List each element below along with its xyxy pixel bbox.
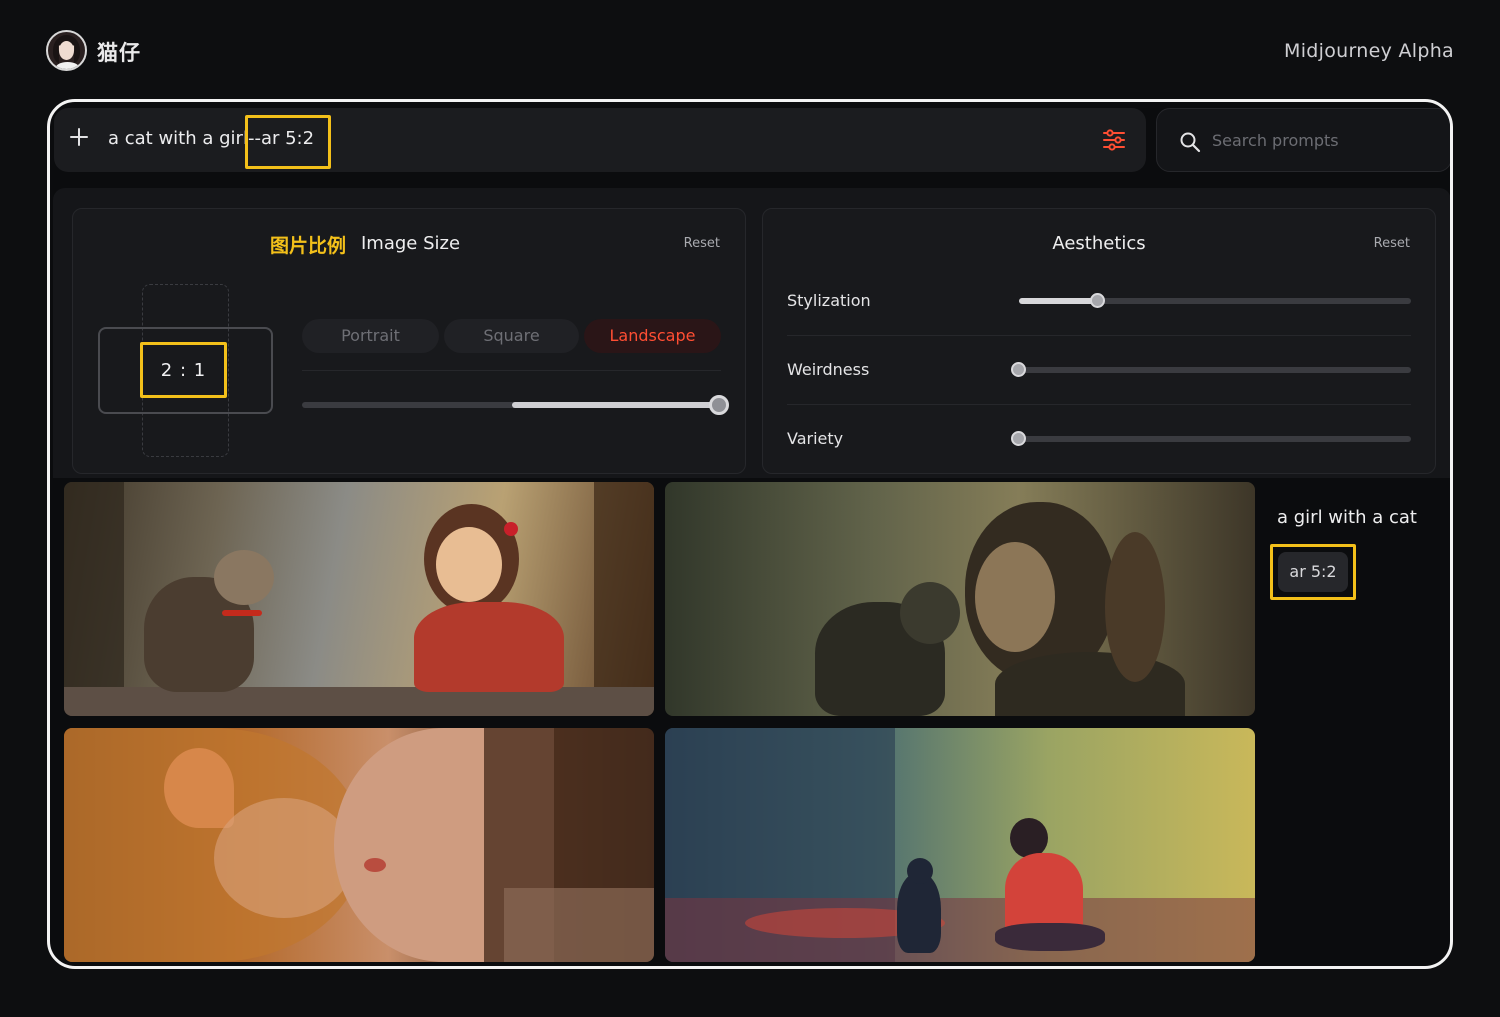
image-size-reset-button[interactable]: Reset [684, 236, 720, 251]
weirdness-label: Weirdness [787, 360, 870, 379]
weirdness-slider[interactable] [1019, 367, 1411, 373]
size-slider-track[interactable] [302, 402, 721, 408]
search-input[interactable]: Search prompts [1212, 131, 1339, 150]
size-slider-fill [512, 402, 721, 408]
portrait-button[interactable]: Portrait [302, 319, 439, 353]
result-tag-highlight: ar 5:2 [1270, 544, 1356, 600]
stylization-slider-handle[interactable] [1090, 293, 1105, 308]
stylization-slider-fill [1019, 298, 1097, 304]
avatar-body [55, 62, 80, 69]
size-slider-handle[interactable] [709, 395, 729, 415]
settings-panel: 图片比例 Image Size Reset 2 : 1 Portrait Squ… [53, 188, 1450, 478]
weirdness-slider-handle[interactable] [1011, 362, 1026, 377]
plus-icon[interactable] [68, 126, 90, 148]
generated-image-4[interactable] [665, 728, 1255, 962]
main-frame: a cat with a girl--ar 5:2 Search prompts… [47, 99, 1453, 969]
image-size-title: Image Size [361, 233, 461, 254]
variety-label: Variety [787, 429, 844, 448]
landscape-button[interactable]: Landscape [584, 319, 721, 353]
settings-sliders-icon[interactable] [1102, 128, 1126, 152]
image-size-header: 图片比例 Image Size Reset [73, 231, 745, 261]
ratio-label: 2 : 1 [160, 360, 207, 381]
generated-image-1[interactable] [64, 482, 654, 716]
aesthetics-header: Aesthetics Reset [763, 231, 1435, 261]
top-bar: 猫仔 Midjourney Alpha [46, 30, 1454, 72]
result-prompt-caption: a girl with a cat [1277, 507, 1417, 528]
aesthetics-reset-button[interactable]: Reset [1374, 236, 1410, 251]
square-button[interactable]: Square [444, 319, 579, 353]
generated-image-3[interactable] [64, 728, 654, 962]
search-box[interactable]: Search prompts [1156, 108, 1450, 172]
aesthetics-card: Aesthetics Reset Stylization Weirdness V… [762, 208, 1436, 474]
divider [787, 335, 1411, 336]
divider [787, 404, 1411, 405]
aesthetics-title: Aesthetics [1052, 233, 1146, 254]
image-size-card: 图片比例 Image Size Reset 2 : 1 Portrait Squ… [72, 208, 746, 474]
variety-slider[interactable] [1019, 436, 1411, 442]
search-icon [1180, 132, 1201, 153]
stylization-label: Stylization [787, 291, 871, 310]
aspect-ratio-tag[interactable]: ar 5:2 [1278, 552, 1348, 592]
prompt-param-highlight [245, 115, 331, 169]
image-size-title-cn: 图片比例 [270, 235, 347, 257]
variety-slider-handle[interactable] [1011, 431, 1026, 446]
user-name[interactable]: 猫仔 [97, 37, 141, 67]
ratio-label-highlight: 2 : 1 [140, 342, 227, 398]
stylization-slider[interactable] [1019, 298, 1411, 304]
avatar-face [59, 41, 74, 60]
divider [302, 370, 721, 371]
prompt-bar[interactable]: a cat with a girl--ar 5:2 [54, 108, 1146, 172]
user-avatar[interactable] [46, 30, 87, 71]
app-title: Midjourney Alpha [1284, 40, 1454, 62]
prompt-text: a cat with a girl [108, 128, 248, 149]
generated-image-2[interactable] [665, 482, 1255, 716]
